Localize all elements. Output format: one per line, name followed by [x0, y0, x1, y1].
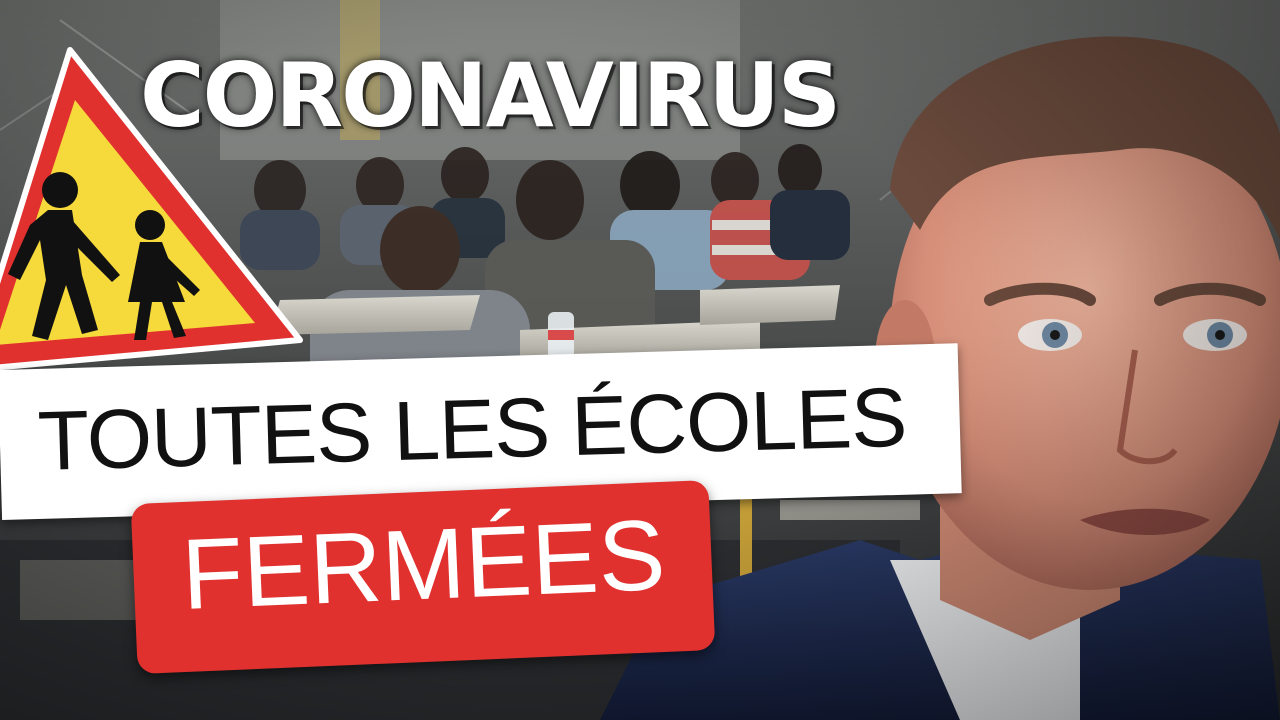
thumbnail: CORONAVIRUS TOUTES LES ÉCOLES FERMÉES [0, 0, 1280, 720]
headline: CORONAVIRUS [140, 44, 841, 147]
red-banner-text: FERMÉES [179, 498, 668, 631]
